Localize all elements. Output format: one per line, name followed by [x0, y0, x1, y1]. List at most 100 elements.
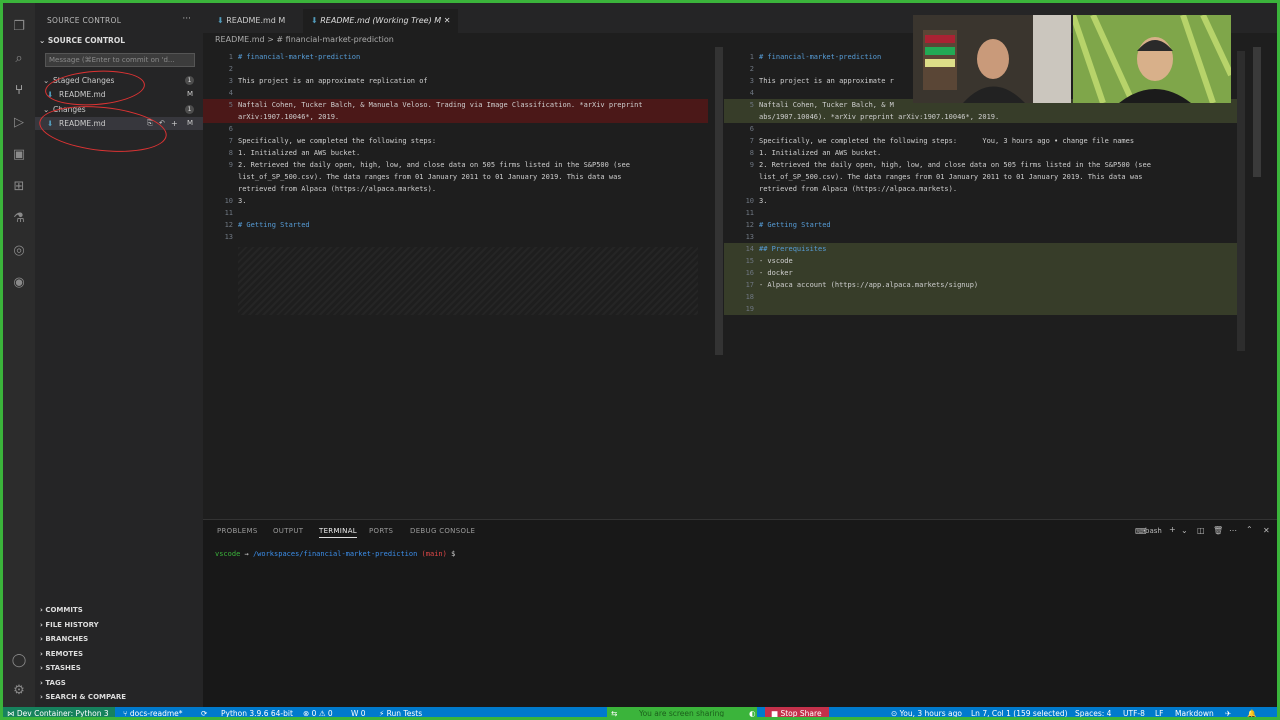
chevron-down-icon[interactable]: ⌄	[1181, 526, 1188, 535]
stop-share-button[interactable]: ■ Stop Share	[771, 707, 822, 717]
trash-icon[interactable]: 🗑	[1213, 526, 1223, 535]
minimap[interactable]	[1253, 47, 1261, 177]
code-line[interactable]: list_of_SP_500.csv). The data ranges fro…	[203, 171, 708, 183]
tab-terminal[interactable]: TERMINAL	[319, 527, 357, 538]
warnings-count[interactable]: W 0	[351, 707, 366, 717]
code-line[interactable]: 6	[203, 123, 708, 135]
live-share-icon[interactable]: ◉	[11, 275, 27, 291]
tab-readme[interactable]: ⬇ README.md M	[209, 9, 293, 33]
settings-gear-icon[interactable]: ⚙	[11, 683, 27, 699]
code-line[interactable]: 11	[203, 207, 708, 219]
explorer-icon[interactable]: ❐	[11, 19, 27, 35]
code-line[interactable]: 7 Specifically, we completed the followin…	[724, 135, 1244, 147]
line-text: retrieved from Alpaca (https://alpaca.ma…	[759, 185, 958, 193]
code-line[interactable]: 7 Specifically, we completed the followin…	[203, 135, 708, 147]
code-line[interactable]: 1 # financial-market-prediction	[203, 51, 708, 63]
code-line[interactable]: 5 Naftali Cohen, Tucker Balch, & Manuela …	[203, 99, 708, 111]
code-line[interactable]: 3 This project is an approximate replicat…	[203, 75, 708, 87]
section-tags[interactable]: › TAGS	[35, 676, 203, 691]
participant-video-2	[1073, 15, 1231, 103]
more-actions-icon[interactable]: ⋯	[1229, 526, 1237, 535]
branch-indicator[interactable]: ⑂ docs-readme*	[123, 707, 183, 717]
code-line[interactable]: 13	[724, 231, 1244, 243]
share-icon: ⇆	[611, 709, 618, 718]
shell-label[interactable]: bash	[1145, 527, 1162, 535]
scrollbar[interactable]	[1237, 51, 1245, 351]
breadcrumb[interactable]: README.md > # financial-market-predictio…	[215, 35, 394, 44]
more-actions-icon[interactable]: ···	[182, 14, 191, 24]
code-line[interactable]: abs/1907.10046). *arXiv preprint arXiv:1…	[724, 111, 1244, 123]
code-line[interactable]: 18	[724, 291, 1244, 303]
code-line[interactable]: 8 1. Initialized an AWS bucket.	[203, 147, 708, 159]
section-branches[interactable]: › BRANCHES	[35, 632, 203, 647]
search-icon[interactable]: ⌕	[11, 51, 27, 67]
extensions-icon[interactable]: ⊞	[11, 179, 27, 195]
code-line[interactable]: 17 - Alpaca account (https://app.alpaca.m…	[724, 279, 1244, 291]
line-text: list_of_SP_500.csv). The data ranges fro…	[238, 173, 622, 181]
code-line[interactable]: 10 3.	[203, 195, 708, 207]
stage-plus-icon[interactable]: +	[171, 117, 178, 130]
remote-label[interactable]: ⋈ Dev Container: Python 3	[7, 707, 109, 717]
diff-right-pane[interactable]: 1 # financial-market-prediction 2 3 This pro…	[724, 47, 1244, 519]
code-line[interactable]: list_of_SP_500.csv). The data ranges fro…	[724, 171, 1244, 183]
split-terminal-icon[interactable]: ◫	[1197, 526, 1205, 535]
cursor-position[interactable]: Ln 7, Col 1 (159 selected)	[971, 707, 1068, 717]
source-control-section-header[interactable]: ⌄ SOURCE CONTROL	[39, 36, 125, 45]
section-commits[interactable]: › COMMITS	[35, 603, 203, 618]
section-file-history[interactable]: › FILE HISTORY	[35, 618, 203, 633]
code-line[interactable]: 14 ## Prerequisites	[724, 243, 1244, 255]
code-line[interactable]: 11	[724, 207, 1244, 219]
diff-left-pane[interactable]: 1 # financial-market-prediction 2 3 This pro…	[203, 47, 715, 519]
section-stashes[interactable]: › STASHES	[35, 661, 203, 676]
notifications-bell-icon[interactable]: 🔔	[1247, 707, 1256, 717]
new-terminal-plus-icon[interactable]: +	[1169, 525, 1176, 534]
line-ending[interactable]: LF	[1155, 707, 1164, 717]
terminal-prompt[interactable]: vscode → /workspaces/financial-market-pr…	[215, 550, 455, 558]
sync-icon[interactable]: ⟳	[201, 707, 207, 717]
code-line[interactable]: 8 1. Initialized an AWS bucket.	[724, 147, 1244, 159]
copilot-icon[interactable]: ✈	[1225, 707, 1231, 717]
git-blame-indicator[interactable]: ⊙ You, 3 hours ago	[891, 707, 962, 717]
run-tests-button[interactable]: ⚡ Run Tests	[379, 707, 422, 717]
indentation[interactable]: Spaces: 4	[1075, 707, 1111, 717]
language-mode[interactable]: Markdown	[1175, 707, 1214, 717]
code-line[interactable]: 10 3.	[724, 195, 1244, 207]
account-icon[interactable]: ◯	[11, 653, 27, 669]
diff-divider[interactable]	[715, 47, 723, 355]
code-line[interactable]: 13	[203, 231, 708, 243]
code-line[interactable]: 6	[724, 123, 1244, 135]
code-line[interactable]: 16 - docker	[724, 267, 1244, 279]
tab-problems[interactable]: PROBLEMS	[217, 527, 258, 535]
section-remotes[interactable]: › REMOTES	[35, 647, 203, 662]
python-interpreter[interactable]: Python 3.9.6 64-bit	[221, 707, 293, 717]
section-search-compare[interactable]: › SEARCH & COMPARE	[35, 690, 203, 705]
remote-explorer-icon[interactable]: ▣	[11, 147, 27, 163]
tab-ports[interactable]: PORTS	[369, 527, 393, 535]
line-text: ## Prerequisites	[759, 245, 827, 253]
close-icon[interactable]: ✕	[444, 16, 451, 25]
problems-count[interactable]: ⊗ 0 ⚠ 0	[303, 707, 333, 717]
code-line[interactable]: 9 2. Retrieved the daily open, high, low,…	[203, 159, 708, 171]
code-line[interactable]: 2	[203, 63, 708, 75]
source-control-icon[interactable]: ⑂	[11, 83, 27, 99]
tab-output[interactable]: OUTPUT	[273, 527, 303, 535]
code-line[interactable]: 19	[724, 303, 1244, 315]
code-line[interactable]: retrieved from Alpaca (https://alpaca.ma…	[724, 183, 1244, 195]
testing-icon[interactable]: ⚗	[11, 211, 27, 227]
code-line[interactable]: 4	[203, 87, 708, 99]
close-icon[interactable]: ✕	[1263, 526, 1270, 535]
code-line[interactable]: 12 # Getting Started	[203, 219, 708, 231]
code-line[interactable]: 15 - vscode	[724, 255, 1244, 267]
tab-readme-working-tree[interactable]: ⬇ README.md (Working Tree) M ✕	[303, 9, 459, 33]
chevron-up-icon[interactable]: ⌃	[1246, 525, 1253, 534]
code-line[interactable]: retrieved from Alpaca (https://alpaca.ma…	[203, 183, 708, 195]
code-line[interactable]: 12 # Getting Started	[724, 219, 1244, 231]
encoding[interactable]: UTF-8	[1123, 707, 1145, 717]
code-line[interactable]: arXiv:1907.10046*, 2019.	[203, 111, 708, 123]
run-debug-icon[interactable]: ▷	[11, 115, 27, 131]
line-text: 2. Retrieved the daily open, high, low, …	[759, 161, 1151, 169]
code-line[interactable]: 9 2. Retrieved the daily open, high, low,…	[724, 159, 1244, 171]
gitlens-icon[interactable]: ◎	[11, 243, 27, 259]
commit-message-input[interactable]: Message (⌘Enter to commit on 'd...	[45, 53, 195, 67]
tab-debug-console[interactable]: DEBUG CONSOLE	[410, 527, 475, 535]
